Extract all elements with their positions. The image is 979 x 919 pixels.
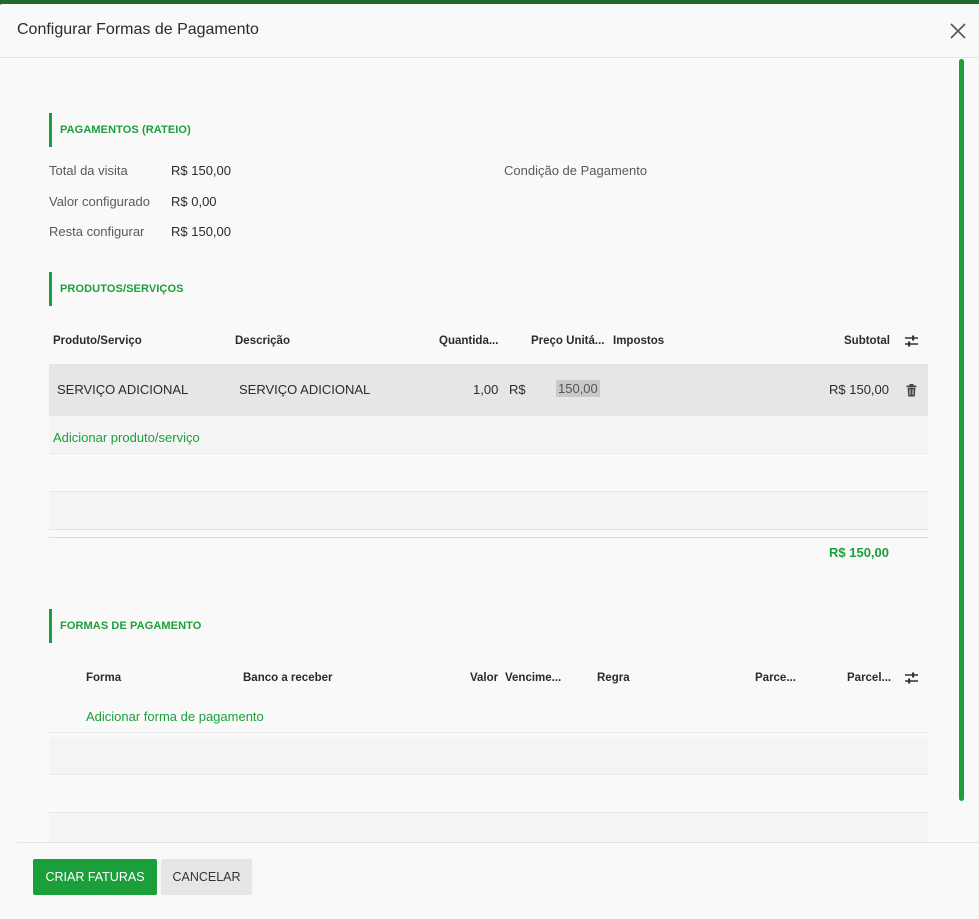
column-header-produto[interactable]: Produto/Serviço	[53, 335, 142, 347]
trash-icon[interactable]	[906, 384, 917, 397]
footer-divider	[17, 842, 979, 843]
column-header-descricao[interactable]: Descrição	[235, 335, 290, 347]
valor-configurado-value: R$ 0,00	[171, 194, 217, 209]
resta-configurar-value: R$ 150,00	[171, 224, 231, 239]
column-header-parcelas[interactable]: Parce...	[755, 672, 796, 684]
column-header-vencimento[interactable]: Vencime...	[505, 672, 561, 684]
row-preco-input[interactable]: 150,00	[556, 380, 600, 397]
resta-configurar-label: Resta configurar	[49, 224, 145, 239]
empty-row	[49, 775, 928, 813]
row-quantidade: 1,00	[473, 382, 499, 397]
empty-row	[49, 737, 928, 775]
payment-config-modal: Configurar Formas de Pagamento PAGAMENTO…	[0, 4, 979, 919]
column-header-parcela[interactable]: Parcel...	[847, 672, 891, 684]
total-visita-value: R$ 150,00	[171, 163, 231, 178]
column-header-regra[interactable]: Regra	[597, 672, 630, 684]
table-divider	[49, 537, 928, 538]
column-header-quantidade[interactable]: Quantida...	[439, 335, 498, 347]
row-descricao: SERVIÇO ADICIONAL	[239, 382, 371, 397]
column-header-banco[interactable]: Banco a receber	[243, 672, 333, 684]
column-header-forma[interactable]: Forma	[86, 672, 121, 684]
total-visita-label: Total da visita	[49, 163, 128, 178]
column-settings-icon[interactable]	[904, 334, 919, 348]
valor-configurado-label: Valor configurado	[49, 194, 150, 209]
add-forma-link[interactable]: Adicionar forma de pagamento	[86, 709, 264, 724]
scrollbar[interactable]	[959, 59, 964, 801]
row-currency: R$	[509, 382, 526, 397]
row-produto: SERVIÇO ADICIONAL	[57, 382, 189, 397]
row-subtotal: R$ 150,00	[829, 382, 889, 397]
close-icon[interactable]	[948, 21, 968, 41]
cancelar-button[interactable]: CANCELAR	[161, 859, 252, 895]
section-title-produtos: PRODUTOS/SERVIÇOS	[49, 272, 184, 306]
empty-row	[49, 813, 928, 841]
column-settings-icon[interactable]	[904, 671, 919, 685]
column-header-valor[interactable]: Valor	[470, 672, 498, 684]
empty-row	[49, 454, 928, 492]
column-header-preco[interactable]: Preço Unitá...	[531, 335, 605, 347]
section-title-pagamentos: PAGAMENTOS (RATEIO)	[49, 113, 191, 147]
condicao-pagamento-label: Condição de Pagamento	[504, 163, 648, 178]
column-header-impostos[interactable]: Impostos	[613, 335, 664, 347]
empty-row	[49, 492, 928, 530]
column-header-subtotal[interactable]: Subtotal	[844, 335, 890, 347]
criar-faturas-button[interactable]: CRIAR FATURAS	[33, 859, 157, 895]
produtos-total: R$ 150,00	[829, 545, 889, 560]
add-produto-link[interactable]: Adicionar produto/serviço	[53, 430, 200, 445]
row-divider	[49, 732, 928, 733]
modal-title: Configurar Formas de Pagamento	[17, 21, 259, 38]
section-title-formas: FORMAS DE PAGAMENTO	[49, 609, 201, 643]
modal-header: Configurar Formas de Pagamento	[0, 4, 979, 58]
